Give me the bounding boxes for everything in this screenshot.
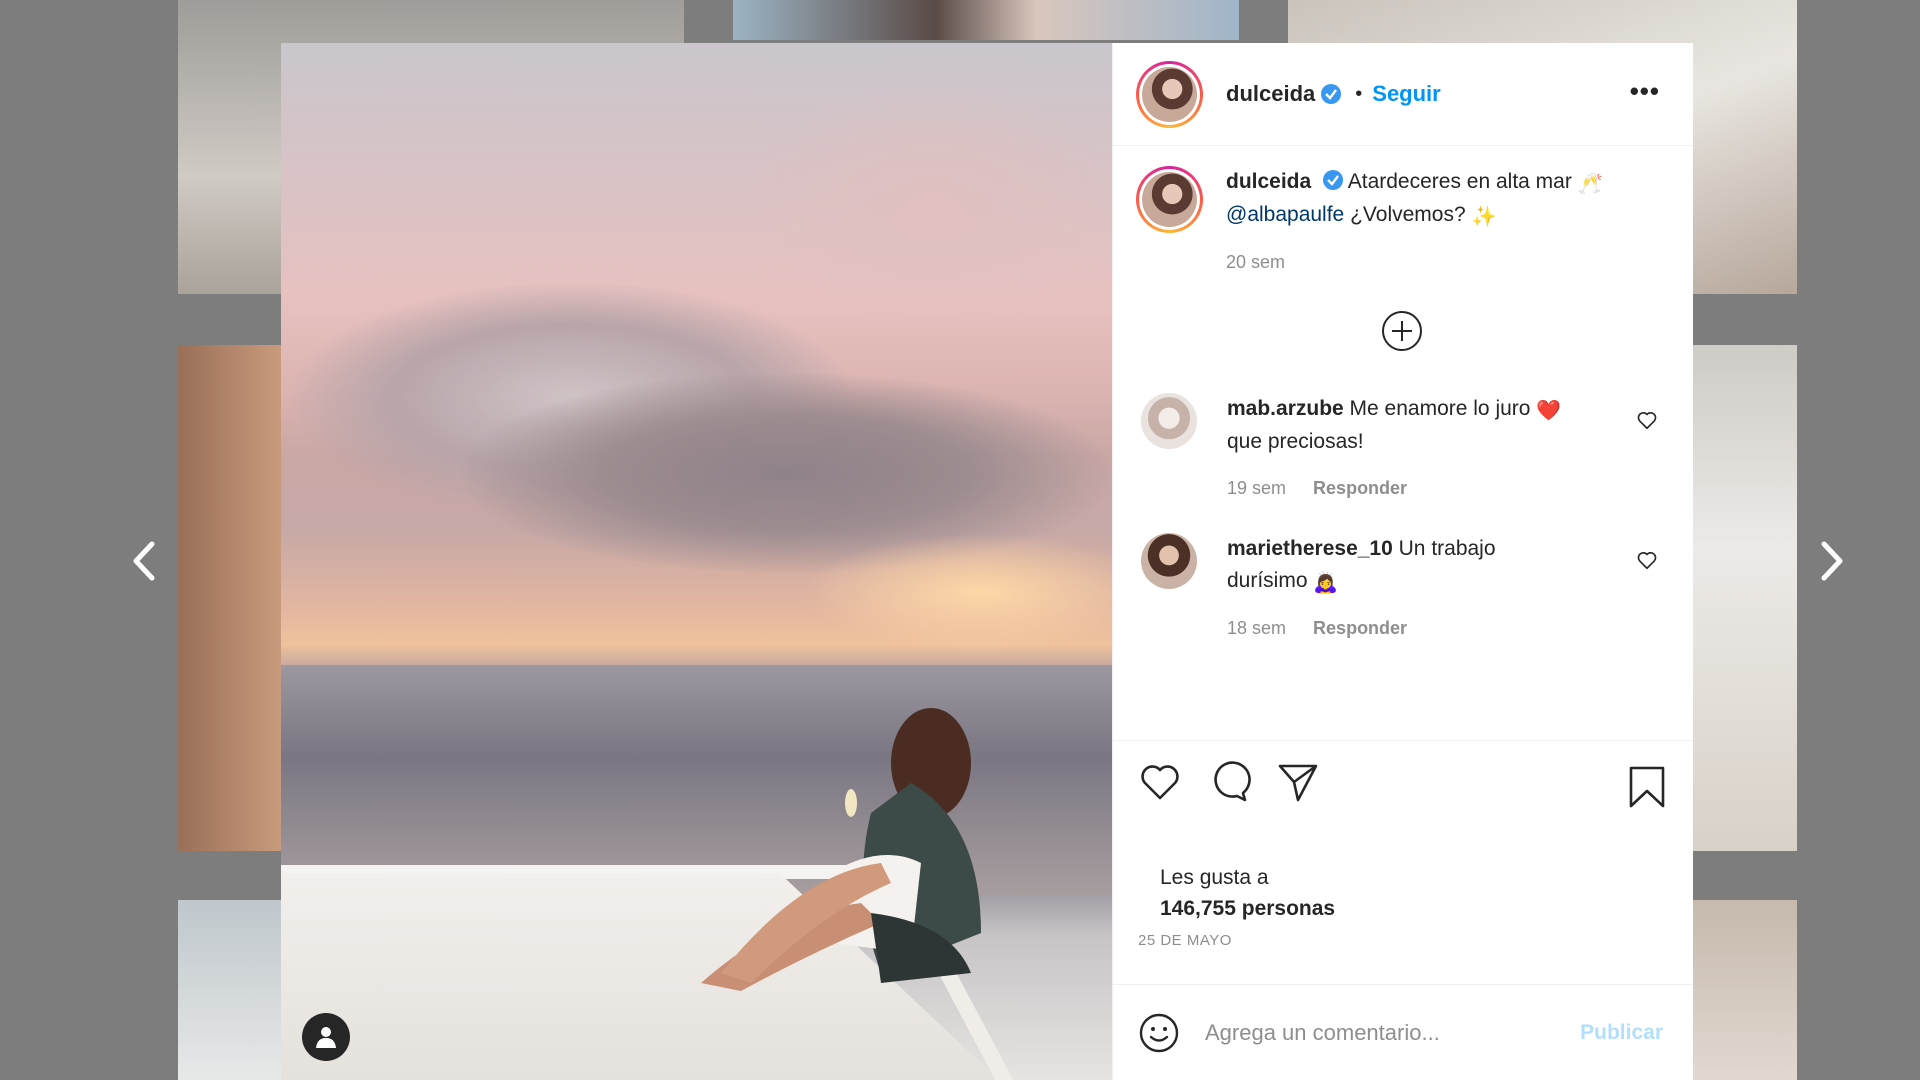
comment-meta: 19 sem Responder [1227,478,1668,499]
post-photo[interactable] [281,43,1112,1080]
caption-body-2: ¿Volvemos? [1350,203,1466,226]
load-more [1136,311,1668,351]
avatar[interactable] [1136,60,1203,128]
chevron-right-icon[interactable] [1812,538,1852,588]
comment-item: marietherese_10 Un trabajo durísimo 🙇‍♀️… [1136,533,1668,639]
verified-badge-icon [1323,170,1344,190]
post-modal: dulceida • Seguir ••• dulceida Atardecer… [281,43,1693,1080]
post-date[interactable]: 25 DE MAYO [1113,924,1693,984]
comments-list: dulceida Atardeceres en alta mar 🥂 @alba… [1113,146,1693,740]
reply-button[interactable]: Responder [1313,618,1407,638]
verified-badge-icon [1321,84,1342,104]
heart-icon[interactable] [1636,549,1658,571]
heart-icon[interactable] [1636,409,1658,431]
reply-button[interactable]: Responder [1313,478,1407,498]
clinking-glasses-emoji: 🥂 [1577,171,1603,195]
likes-label: Les gusta a [1160,866,1269,889]
comment-icon[interactable] [1207,760,1251,804]
caption-text: dulceida Atardeceres en alta mar 🥂 @alba… [1226,166,1668,232]
likes-count[interactable]: 146,755 personas [1160,893,1693,924]
post-sidebar: dulceida • Seguir ••• dulceida Atardecer… [1112,43,1693,1080]
caption-username[interactable]: dulceida [1226,170,1311,193]
avatar[interactable] [1141,393,1197,449]
publish-button[interactable]: Publicar [1580,1021,1663,1045]
partial-comment [1164,673,1668,687]
sparkles-emoji: ✨ [1471,204,1497,228]
caption-time[interactable]: 20 sem [1226,252,1285,272]
chevron-left-icon[interactable] [124,538,164,588]
red-heart-emoji: ❤️ [1536,398,1562,422]
viewport: dulceida • Seguir ••• dulceida Atardecer… [0,0,1920,1080]
grid-thumbnail[interactable] [733,0,1239,40]
comment-username[interactable]: marietherese_10 [1227,537,1393,560]
avatar[interactable] [1136,166,1203,233]
comment-text: marietherese_10 Un trabajo durísimo 🙇‍♀️ [1227,533,1668,598]
comment-body-2: que preciosas! [1227,430,1364,453]
heart-icon[interactable] [1138,760,1182,804]
photo-couple [701,708,981,991]
comment-time[interactable]: 18 sem [1227,618,1286,638]
separator: • [1355,82,1363,105]
emoji-icon[interactable] [1138,1012,1180,1054]
photo-cloud [741,83,1112,323]
post-username[interactable]: dulceida [1226,81,1315,107]
bookmark-icon[interactable] [1627,765,1667,809]
add-comment-bar: Publicar [1113,984,1693,1080]
comment-body: Me enamore lo juro [1349,397,1531,420]
comment-body: Un trabajo [1398,537,1496,560]
comment-time[interactable]: 19 sem [1227,478,1286,498]
comment-username[interactable]: mab.arzube [1227,397,1344,420]
follow-button[interactable]: Seguir [1372,81,1440,107]
comment-input[interactable] [1205,1019,1581,1046]
bowing-woman-emoji: 🙇‍♀️ [1313,570,1339,594]
comment-item: mab.arzube Me enamore lo juro ❤️ que pre… [1136,393,1668,499]
comment-body-2: durísimo [1227,569,1308,592]
likes-summary[interactable]: Les gusta a 146,755 personas [1113,862,1693,924]
caption-body: Atardeceres en alta mar [1347,170,1572,193]
post-header: dulceida • Seguir ••• [1113,43,1693,146]
caption-meta: 20 sem [1226,252,1668,273]
plus-circle-icon[interactable] [1382,311,1422,351]
user-tag-icon[interactable] [302,1013,350,1061]
caption: dulceida Atardeceres en alta mar 🥂 @alba… [1136,166,1668,273]
action-bar [1113,740,1693,856]
share-icon[interactable] [1276,760,1320,804]
comment-meta: 18 sem Responder [1227,618,1668,639]
mention-link[interactable]: @albapaulfe [1226,203,1344,226]
more-options-icon[interactable]: ••• [1630,78,1660,104]
comment-text: mab.arzube Me enamore lo juro ❤️ que pre… [1227,393,1668,458]
avatar[interactable] [1141,533,1197,589]
